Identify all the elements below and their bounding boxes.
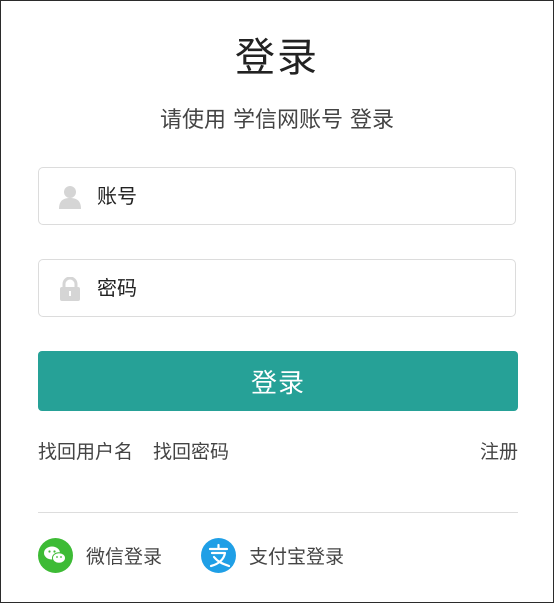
lock-icon — [59, 276, 81, 301]
wechat-login-button[interactable]: 微信登录 — [38, 537, 162, 573]
username-input[interactable] — [97, 178, 497, 214]
password-field[interactable] — [38, 259, 516, 317]
find-username-link[interactable]: 找回用户名 — [38, 437, 133, 464]
user-icon — [59, 185, 81, 209]
page-subtitle: 请使用 学信网账号 登录 — [160, 108, 394, 133]
password-input[interactable] — [97, 270, 497, 306]
alipay-login-label: 支付宝登录 — [249, 545, 345, 568]
login-button[interactable]: 登录 — [38, 351, 518, 411]
wechat-icon — [38, 537, 73, 573]
username-field[interactable] — [38, 167, 516, 225]
wechat-login-label: 微信登录 — [86, 545, 163, 568]
divider — [38, 512, 518, 513]
page-title: 登录 — [235, 35, 319, 81]
login-panel: 登录 请使用 学信网账号 登录 登录 找回用户名 找回密码 注册 — [0, 0, 554, 603]
account-links: 找回用户名 找回密码 注册 — [38, 437, 518, 463]
alipay-login-button[interactable]: 支付宝登录 — [201, 537, 344, 573]
alipay-icon — [201, 537, 236, 573]
register-link[interactable]: 注册 — [480, 437, 518, 464]
find-password-link[interactable]: 找回密码 — [153, 437, 229, 464]
